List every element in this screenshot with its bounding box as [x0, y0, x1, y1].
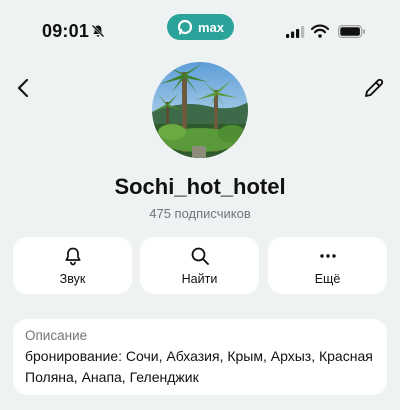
- description-text: бронирование: Сочи, Абхазия, Крым, Архыз…: [25, 348, 373, 385]
- status-time: 09:01: [42, 21, 90, 41]
- description-title: Описание: [25, 328, 88, 343]
- sound-button-label: Звук: [59, 271, 86, 286]
- description-card: Описание бронирование: Сочи, Абхазия, Кр…: [13, 319, 387, 395]
- sound-button[interactable]: Звук: [13, 237, 132, 294]
- more-button-label: Ещё: [314, 271, 341, 286]
- search-button[interactable]: Найти: [140, 237, 259, 294]
- subscriber-count: 475 подписчиков: [149, 206, 251, 221]
- bell-slash-icon: [91, 24, 105, 38]
- palm-trees-photo: [152, 62, 248, 158]
- search-button-label: Найти: [181, 271, 218, 286]
- more-icon: [319, 253, 336, 258]
- channel-name: Sochi_hot_hotel: [114, 174, 286, 199]
- pencil-icon: [365, 78, 384, 97]
- battery-icon: [338, 25, 365, 38]
- bell-icon: [64, 247, 81, 265]
- chevron-left-icon: [17, 78, 29, 98]
- edit-button[interactable]: [362, 76, 386, 100]
- signal-icon: [286, 26, 305, 38]
- max-logo-icon: [177, 19, 193, 35]
- channel-avatar[interactable]: [152, 62, 248, 158]
- back-button[interactable]: [12, 76, 36, 100]
- status-bar: 09:01 max: [0, 0, 400, 60]
- more-button[interactable]: Ещё: [268, 237, 387, 294]
- search-icon: [191, 247, 209, 265]
- max-app-pill[interactable]: max: [167, 14, 234, 40]
- wifi-icon: [311, 24, 329, 38]
- max-pill-label: max: [197, 19, 225, 35]
